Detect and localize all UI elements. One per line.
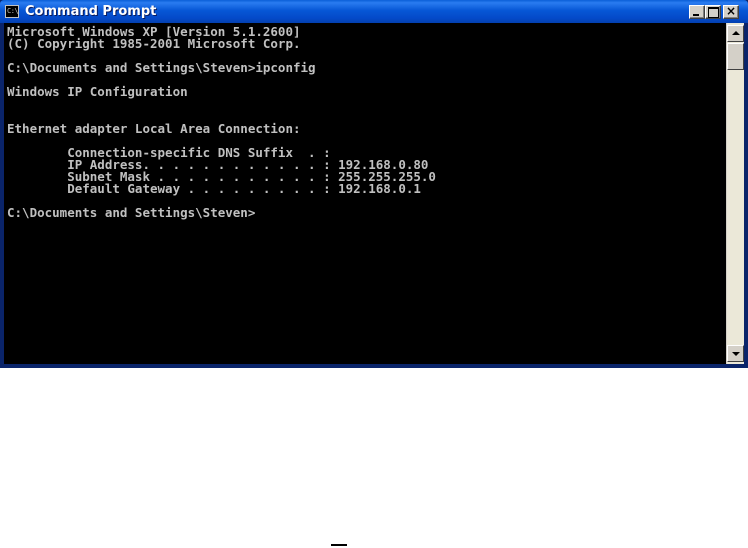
console-output[interactable]: Microsoft Windows XP [Version 5.1.2600](… bbox=[4, 23, 726, 364]
close-button[interactable]: × bbox=[723, 4, 739, 19]
scroll-up-button[interactable] bbox=[727, 25, 744, 42]
console-line: C:\Documents and Settings\Steven> bbox=[7, 205, 256, 221]
scroll-down-arrow-icon bbox=[732, 352, 740, 356]
console-text: Microsoft Windows XP [Version 5.1.2600](… bbox=[7, 25, 436, 221]
scroll-down-button[interactable] bbox=[727, 345, 744, 362]
title-bar[interactable]: C:\ Command Prompt × bbox=[0, 0, 748, 23]
console-line: (C) Copyright 1985-2001 Microsoft Corp. bbox=[7, 36, 301, 52]
text-cursor bbox=[331, 544, 347, 546]
scroll-thumb[interactable] bbox=[727, 43, 744, 70]
maximize-button[interactable] bbox=[705, 5, 721, 19]
cmd-icon[interactable]: C:\ bbox=[5, 5, 19, 18]
console-line: Ethernet adapter Local Area Connection: bbox=[7, 120, 301, 136]
console-line: Windows IP Configuration bbox=[7, 84, 188, 100]
vertical-scrollbar[interactable] bbox=[726, 23, 744, 364]
command-prompt-window: C:\ Command Prompt × Microsoft Windows X… bbox=[0, 0, 748, 368]
console-line: C:\Documents and Settings\Steven>ipconfi… bbox=[7, 60, 316, 76]
console-line: Default Gateway . . . . . . . . . : 192.… bbox=[7, 181, 421, 197]
close-icon: × bbox=[725, 4, 737, 18]
minimize-button[interactable] bbox=[689, 5, 705, 19]
scroll-up-arrow-icon bbox=[732, 31, 740, 35]
window-title: Command Prompt bbox=[25, 4, 157, 19]
